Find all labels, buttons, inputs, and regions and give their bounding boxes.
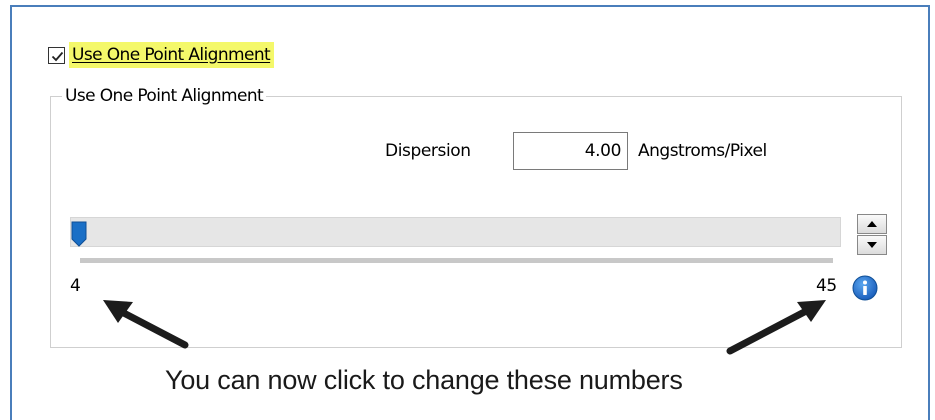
spin-up-button[interactable] [857, 214, 887, 234]
info-icon[interactable] [852, 275, 878, 301]
dispersion-label: Dispersion [385, 141, 471, 161]
spin-down-button[interactable] [857, 235, 887, 255]
group-title: Use One Point Alignment [62, 86, 267, 106]
triangle-down-icon [867, 242, 877, 248]
slider-max-value[interactable]: 45 [816, 276, 837, 296]
one-point-alignment-toggle[interactable]: Use One Point Alignment [48, 40, 275, 70]
check-icon [51, 51, 64, 61]
slider-thumb[interactable] [70, 221, 88, 247]
dispersion-unit: Angstroms/Pixel [638, 141, 767, 161]
one-point-alignment-checkbox[interactable] [48, 46, 65, 64]
dispersion-input[interactable] [513, 132, 628, 170]
triangle-up-icon [867, 221, 877, 227]
annotation-caption: You can now click to change these number… [165, 365, 683, 395]
slider-min-value[interactable]: 4 [70, 276, 81, 296]
slider-tick-bar [80, 258, 833, 263]
checkbox-label[interactable]: Use One Point Alignment [69, 42, 275, 68]
slider-spin-buttons[interactable] [857, 214, 887, 256]
slider-track[interactable] [70, 217, 841, 247]
